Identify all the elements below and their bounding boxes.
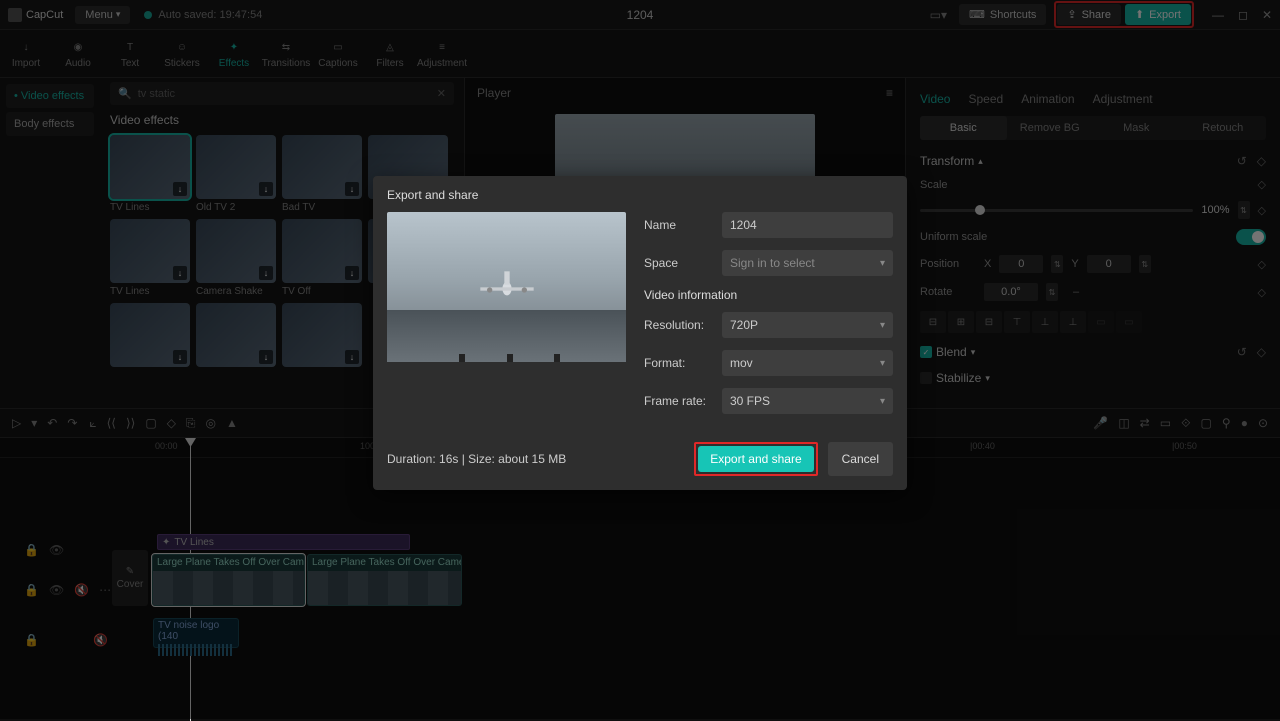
framerate-label: Frame rate: [644,394,722,408]
modal-title: Export and share [387,188,893,202]
cancel-button[interactable]: Cancel [828,442,893,476]
export-preview [387,212,626,362]
resolution-value: 720P [730,318,758,332]
resolution-select[interactable]: 720P [722,312,893,338]
framerate-value: 30 FPS [730,394,770,408]
name-input[interactable] [722,212,893,238]
space-select[interactable]: Sign in to select [722,250,893,276]
format-label: Format: [644,356,722,370]
format-value: mov [730,356,753,370]
space-label: Space [644,256,722,270]
space-value: Sign in to select [730,256,815,270]
framerate-select[interactable]: 30 FPS [722,388,893,414]
name-label: Name [644,218,722,232]
export-and-share-button[interactable]: Export and share [698,446,813,472]
export-share-highlight: Export and share [694,442,817,476]
resolution-label: Resolution: [644,318,722,332]
format-select[interactable]: mov [722,350,893,376]
export-dialog: Export and share Name Space Sign in to s… [373,176,907,490]
duration-text: Duration: 16s | Size: about 15 MB [387,452,566,466]
plane-icon [472,266,542,306]
video-info-title: Video information [644,288,893,302]
